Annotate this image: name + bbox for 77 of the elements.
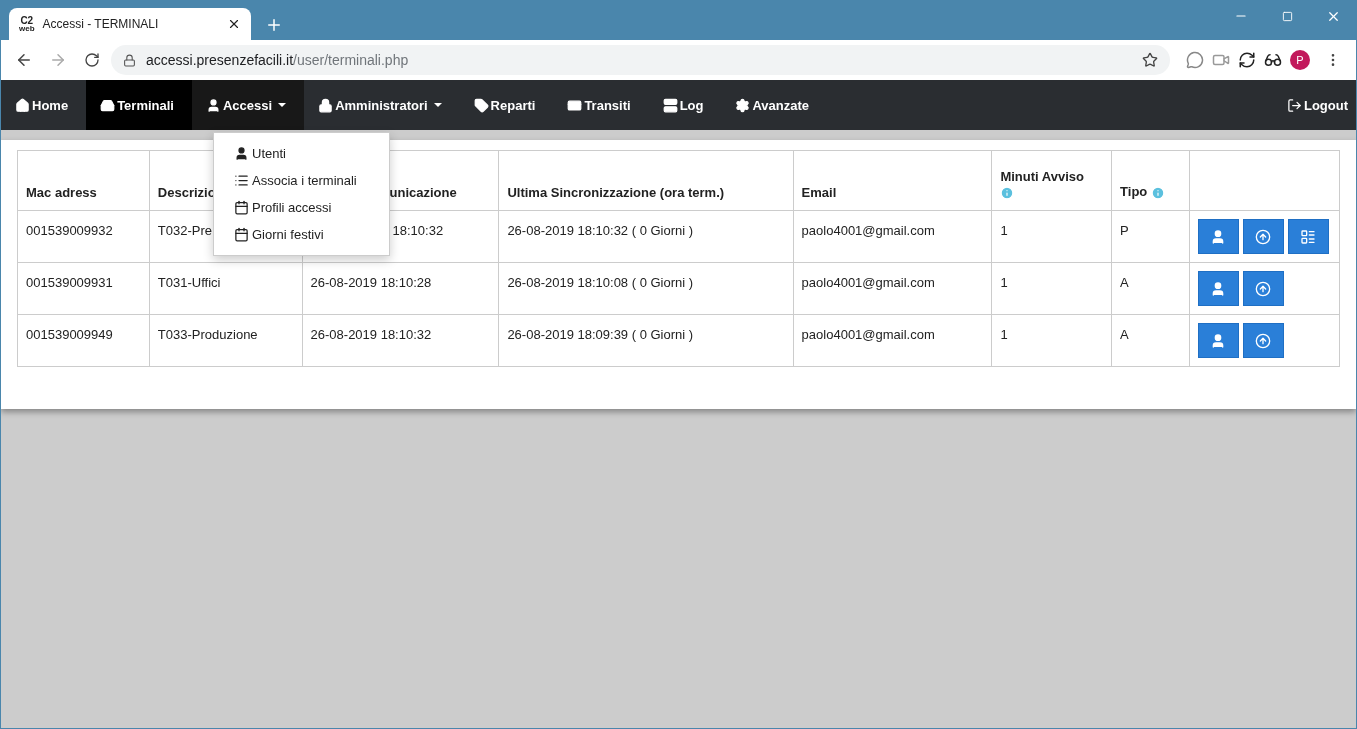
user-icon — [234, 146, 249, 161]
table-cell: 26-08-2019 18:09:39 ( 0 Giorni ) — [507, 327, 694, 342]
user-button[interactable] — [1197, 219, 1239, 254]
caret-icon — [433, 103, 442, 107]
tab-title: Accessi - TERMINALI — [42, 17, 160, 31]
glasses-icon — [1264, 51, 1282, 69]
tag-icon — [473, 97, 489, 113]
nav-item[interactable]: Home — [1, 80, 87, 130]
chat-icon — [1186, 51, 1204, 69]
table-cell: P — [1120, 223, 1129, 238]
list-button[interactable] — [1287, 219, 1329, 254]
table-cell: 001539009949 — [26, 327, 113, 342]
column-header: Ultima Sincronizzazione (ora term.) — [507, 185, 725, 200]
menu-item[interactable]: Utenti — [214, 140, 389, 167]
nav-item[interactable]: Amministratori — [304, 80, 460, 130]
forward-arrow-icon — [49, 51, 67, 69]
column-header: unicazione — [389, 185, 457, 200]
table-cell: 26-08-2019 18:10:32 ( 0 Giorni ) — [507, 223, 694, 238]
menu-item[interactable]: Giorni festivi — [214, 221, 389, 248]
table-cell: T031-Uffici — [157, 275, 221, 290]
upload-icon — [1255, 228, 1272, 245]
table-cell: paolo4001@gmail.com — [801, 327, 935, 342]
table-cell: 26-08-2019 18:10:32 — [310, 327, 432, 342]
close-icon — [227, 17, 241, 31]
calendar-icon — [234, 200, 249, 215]
upload-button[interactable] — [1242, 219, 1284, 254]
logout-link[interactable]: Logout — [1272, 80, 1356, 130]
table-cell: 001539009931 — [26, 275, 113, 290]
caret-icon — [278, 103, 287, 107]
table-cell: 001539009932 — [26, 223, 113, 238]
server-icon — [662, 97, 678, 113]
menu-item[interactable]: Profili accessi — [214, 194, 389, 221]
site-logo: C2 web — [19, 15, 35, 33]
user-button[interactable] — [1197, 271, 1239, 306]
upload-icon — [1255, 332, 1272, 349]
sync-icon — [1238, 51, 1256, 69]
plus-icon — [265, 16, 283, 34]
list-icon — [234, 173, 249, 188]
upload-button[interactable] — [1242, 271, 1284, 306]
column-header: Minuti Avviso — [1000, 169, 1084, 185]
card-icon — [567, 97, 583, 113]
upload-icon — [1255, 280, 1272, 297]
table-cell: paolo4001@gmail.com — [801, 223, 935, 238]
column-header: Mac adress — [26, 185, 97, 200]
calendar-icon — [234, 227, 249, 242]
table-cell: T032-Pre — [157, 223, 213, 238]
logout-icon — [1286, 97, 1302, 113]
drive-icon — [100, 97, 116, 113]
table-cell: A — [1120, 275, 1129, 290]
table-cell: 1 — [1000, 223, 1008, 238]
table-cell: A — [1120, 327, 1129, 342]
nav-item[interactable]: Reparti — [459, 80, 554, 130]
nav-item[interactable]: Log — [648, 80, 722, 130]
table-cell: paolo4001@gmail.com — [801, 275, 935, 290]
table-cell: 1 — [1000, 327, 1008, 342]
user-button[interactable] — [1197, 323, 1239, 358]
table-cell: 18:10:32 — [392, 223, 444, 238]
nav-item[interactable]: Transiti — [553, 80, 649, 130]
table-cell: T033-Produzione — [157, 327, 258, 342]
nav-item[interactable]: Avanzate — [721, 80, 828, 130]
maximize-icon — [1281, 10, 1293, 22]
address-field[interactable]: accessi.presenzefacili.it/user/terminali.php — [111, 45, 1170, 75]
table-cell: 26-08-2019 18:10:08 ( 0 Giorni ) — [507, 275, 694, 290]
reload-icon — [84, 52, 100, 68]
profile-avatar[interactable]: P — [1290, 50, 1310, 70]
user-icon — [205, 97, 221, 113]
list-icon — [1300, 228, 1317, 245]
upload-button[interactable] — [1242, 323, 1284, 358]
table-cell: 1 — [1000, 275, 1008, 290]
star-icon — [1142, 52, 1158, 68]
column-header: Tipo — [1120, 184, 1148, 200]
menu-item[interactable]: Associa i terminali — [214, 167, 389, 194]
nav-item[interactable]: Terminali — [86, 80, 192, 130]
home-icon — [15, 97, 30, 113]
table-cell: 26-08-2019 18:10:28 — [310, 275, 432, 290]
column-header: Email — [801, 185, 837, 200]
nav-item[interactable]: Accessi — [191, 80, 305, 130]
